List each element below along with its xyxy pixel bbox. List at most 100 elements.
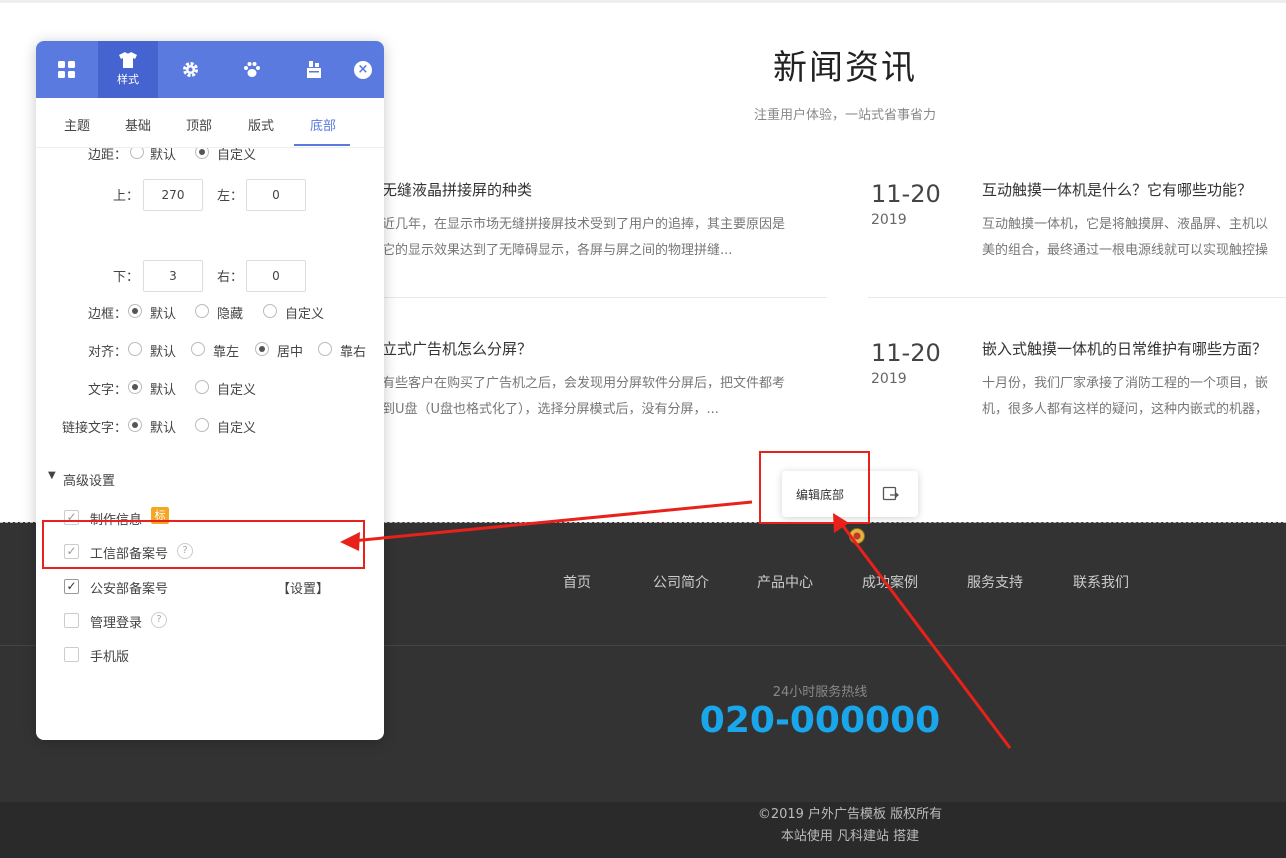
subtab-footer[interactable]: 底部 xyxy=(310,115,336,134)
hotline-label: 24小时服务热线 xyxy=(772,685,868,700)
margin-top-input[interactable]: 270 xyxy=(143,179,203,211)
border-custom-option: 自定义 xyxy=(285,307,325,322)
text-custom-radio[interactable] xyxy=(195,380,209,394)
advanced-settings-header[interactable]: 高级设置 xyxy=(63,470,115,489)
tab-style[interactable]: 样式 xyxy=(98,41,158,98)
article-desc: 有些客户在购买了广告机之后，会发现用分屏软件分屏后，把文件都考 到U盘（U盘也格式… xyxy=(382,376,786,417)
margin-label: 边距： xyxy=(88,148,128,163)
tab-style-label: 样式 xyxy=(117,73,139,86)
tab-modules[interactable] xyxy=(36,41,96,98)
divider xyxy=(382,297,827,298)
tab-settings[interactable] xyxy=(160,41,220,98)
footer-bottom-bar xyxy=(0,802,1286,858)
cabinet-icon xyxy=(307,61,321,78)
align-center-option: 居中 xyxy=(277,345,304,360)
align-label: 对齐： xyxy=(88,345,128,360)
tab-pets[interactable] xyxy=(222,41,282,98)
margin-custom-radio[interactable] xyxy=(195,148,209,159)
align-default-radio[interactable] xyxy=(128,342,142,356)
margin-custom-option: 自定义 xyxy=(217,148,257,163)
link-text-custom-option: 自定义 xyxy=(217,421,257,436)
grid-icon xyxy=(57,61,75,78)
article-title[interactable]: 立式广告机怎么分屏？ xyxy=(382,338,532,359)
footer-nav-support[interactable]: 服务支持 xyxy=(967,572,1023,592)
text-custom-option: 自定义 xyxy=(217,383,257,398)
footer-nav-cases[interactable]: 成功案例 xyxy=(862,572,918,592)
article-date-day: 11-20 xyxy=(871,339,941,367)
close-panel-button[interactable]: × xyxy=(354,61,372,79)
checkbox-police-record[interactable]: ✓ xyxy=(64,579,79,594)
article-title[interactable]: 互动触摸一体机是什么？它有哪些功能？ xyxy=(982,179,1252,200)
article-desc: 互动触摸一体机，它是将触摸屏、液晶屏、主机以 美的组合，最终通过一根电源线就可以实… xyxy=(982,217,1269,258)
copyright-text: ©2019 户外广告模板 版权所有 xyxy=(757,807,943,822)
article-date-year: 2019 xyxy=(871,371,907,387)
article-title[interactable]: 嵌入式触摸一体机的日常维护有哪些方面？ xyxy=(982,338,1267,359)
powered-by-text[interactable]: 本站使用 凡科建站 搭建 xyxy=(700,825,1000,844)
footer-nav-about[interactable]: 公司简介 xyxy=(653,572,709,592)
link-text-custom-radio[interactable] xyxy=(195,418,209,432)
border-custom-radio[interactable] xyxy=(263,304,277,318)
align-default-option: 默认 xyxy=(150,345,177,360)
admin-login-label: 管理登录 xyxy=(90,616,143,631)
align-center-radio[interactable] xyxy=(255,342,269,356)
footer-nav-contact[interactable]: 联系我们 xyxy=(1073,572,1129,592)
subtab-active-indicator xyxy=(294,144,350,146)
link-text-default-option: 默认 xyxy=(150,421,177,436)
align-left-radio[interactable] xyxy=(191,342,205,356)
border-default-option: 默认 xyxy=(150,307,177,322)
margin-default-radio[interactable] xyxy=(130,148,144,159)
text-label: 文字： xyxy=(88,383,128,398)
footer-style-panel: 样式 × 主题 基础 顶部 版式 底部 边距： 默认 自定义 上： 270 左：… xyxy=(36,41,384,740)
caret-down-icon[interactable]: ▼ xyxy=(48,470,56,481)
border-hidden-radio[interactable] xyxy=(195,304,209,318)
police-record-settings-link[interactable]: 【设置】 xyxy=(277,578,329,597)
checkbox-admin-login[interactable] xyxy=(64,613,79,628)
annotation-highlight-setting xyxy=(42,520,365,569)
police-badge-icon xyxy=(849,528,865,544)
help-icon[interactable]: ? xyxy=(151,612,167,628)
align-left-option: 靠左 xyxy=(213,345,240,360)
article-date-year: 2019 xyxy=(871,212,907,228)
align-right-option: 靠右 xyxy=(340,345,367,360)
subtab-basic[interactable]: 基础 xyxy=(125,115,151,134)
footer-nav-home[interactable]: 首页 xyxy=(563,572,591,592)
paw-icon xyxy=(244,62,260,77)
hotline-number: 020-000000 xyxy=(699,700,941,741)
swap-icon[interactable] xyxy=(882,486,900,502)
margin-left-input[interactable]: 0 xyxy=(246,179,306,211)
top-divider xyxy=(0,0,1286,3)
margin-top-label: 上： xyxy=(113,189,140,204)
text-default-radio[interactable] xyxy=(128,380,142,394)
margin-left-label: 左： xyxy=(217,189,244,204)
border-hidden-option: 隐藏 xyxy=(217,307,244,322)
article-date-day: 11-20 xyxy=(871,180,941,208)
news-section-subtitle: 注重用户体验，一站式省事省力 xyxy=(753,108,936,123)
mobile-label: 手机版 xyxy=(90,650,130,665)
border-default-radio[interactable] xyxy=(128,304,142,318)
panel-tab-bar: 样式 × xyxy=(36,41,384,98)
margin-right-label: 右： xyxy=(217,270,244,285)
link-text-label: 链接文字： xyxy=(62,421,128,436)
article-desc: 十月份，我们厂家承接了消防工程的一个项目，嵌 机，很多人都有这样的疑问，这种内嵌式… xyxy=(982,376,1269,417)
margin-right-input[interactable]: 0 xyxy=(246,260,306,292)
gear-icon xyxy=(182,62,198,77)
footer-nav-products[interactable]: 产品中心 xyxy=(757,572,813,592)
margin-default-option: 默认 xyxy=(150,148,177,163)
panel-scroll-body[interactable]: 边距： 默认 自定义 上： 270 左： 0 下： 3 右： 0 边框： 默认 … xyxy=(36,148,384,740)
shirt-icon xyxy=(119,52,137,68)
subtab-header[interactable]: 顶部 xyxy=(186,115,212,134)
article-desc: 近几年，在显示市场无缝拼接屏技术受到了用户的追捧，其主要原因是 它的显示效果达到了… xyxy=(382,217,786,258)
align-right-radio[interactable] xyxy=(318,342,332,356)
checkbox-mobile[interactable] xyxy=(64,647,79,662)
margin-bottom-input[interactable]: 3 xyxy=(143,260,203,292)
annotation-highlight-edit-button xyxy=(759,451,870,524)
margin-bottom-label: 下： xyxy=(113,270,140,285)
subtab-layout[interactable]: 版式 xyxy=(248,115,274,134)
news-section-title: 新闻资讯 xyxy=(773,48,917,88)
tab-cabinet[interactable] xyxy=(284,41,344,98)
police-record-label: 公安部备案号 xyxy=(90,582,169,597)
article-title[interactable]: 无缝液晶拼接屏的种类 xyxy=(382,179,532,200)
link-text-default-radio[interactable] xyxy=(128,418,142,432)
subtab-theme[interactable]: 主题 xyxy=(64,115,90,134)
divider xyxy=(868,297,1286,298)
